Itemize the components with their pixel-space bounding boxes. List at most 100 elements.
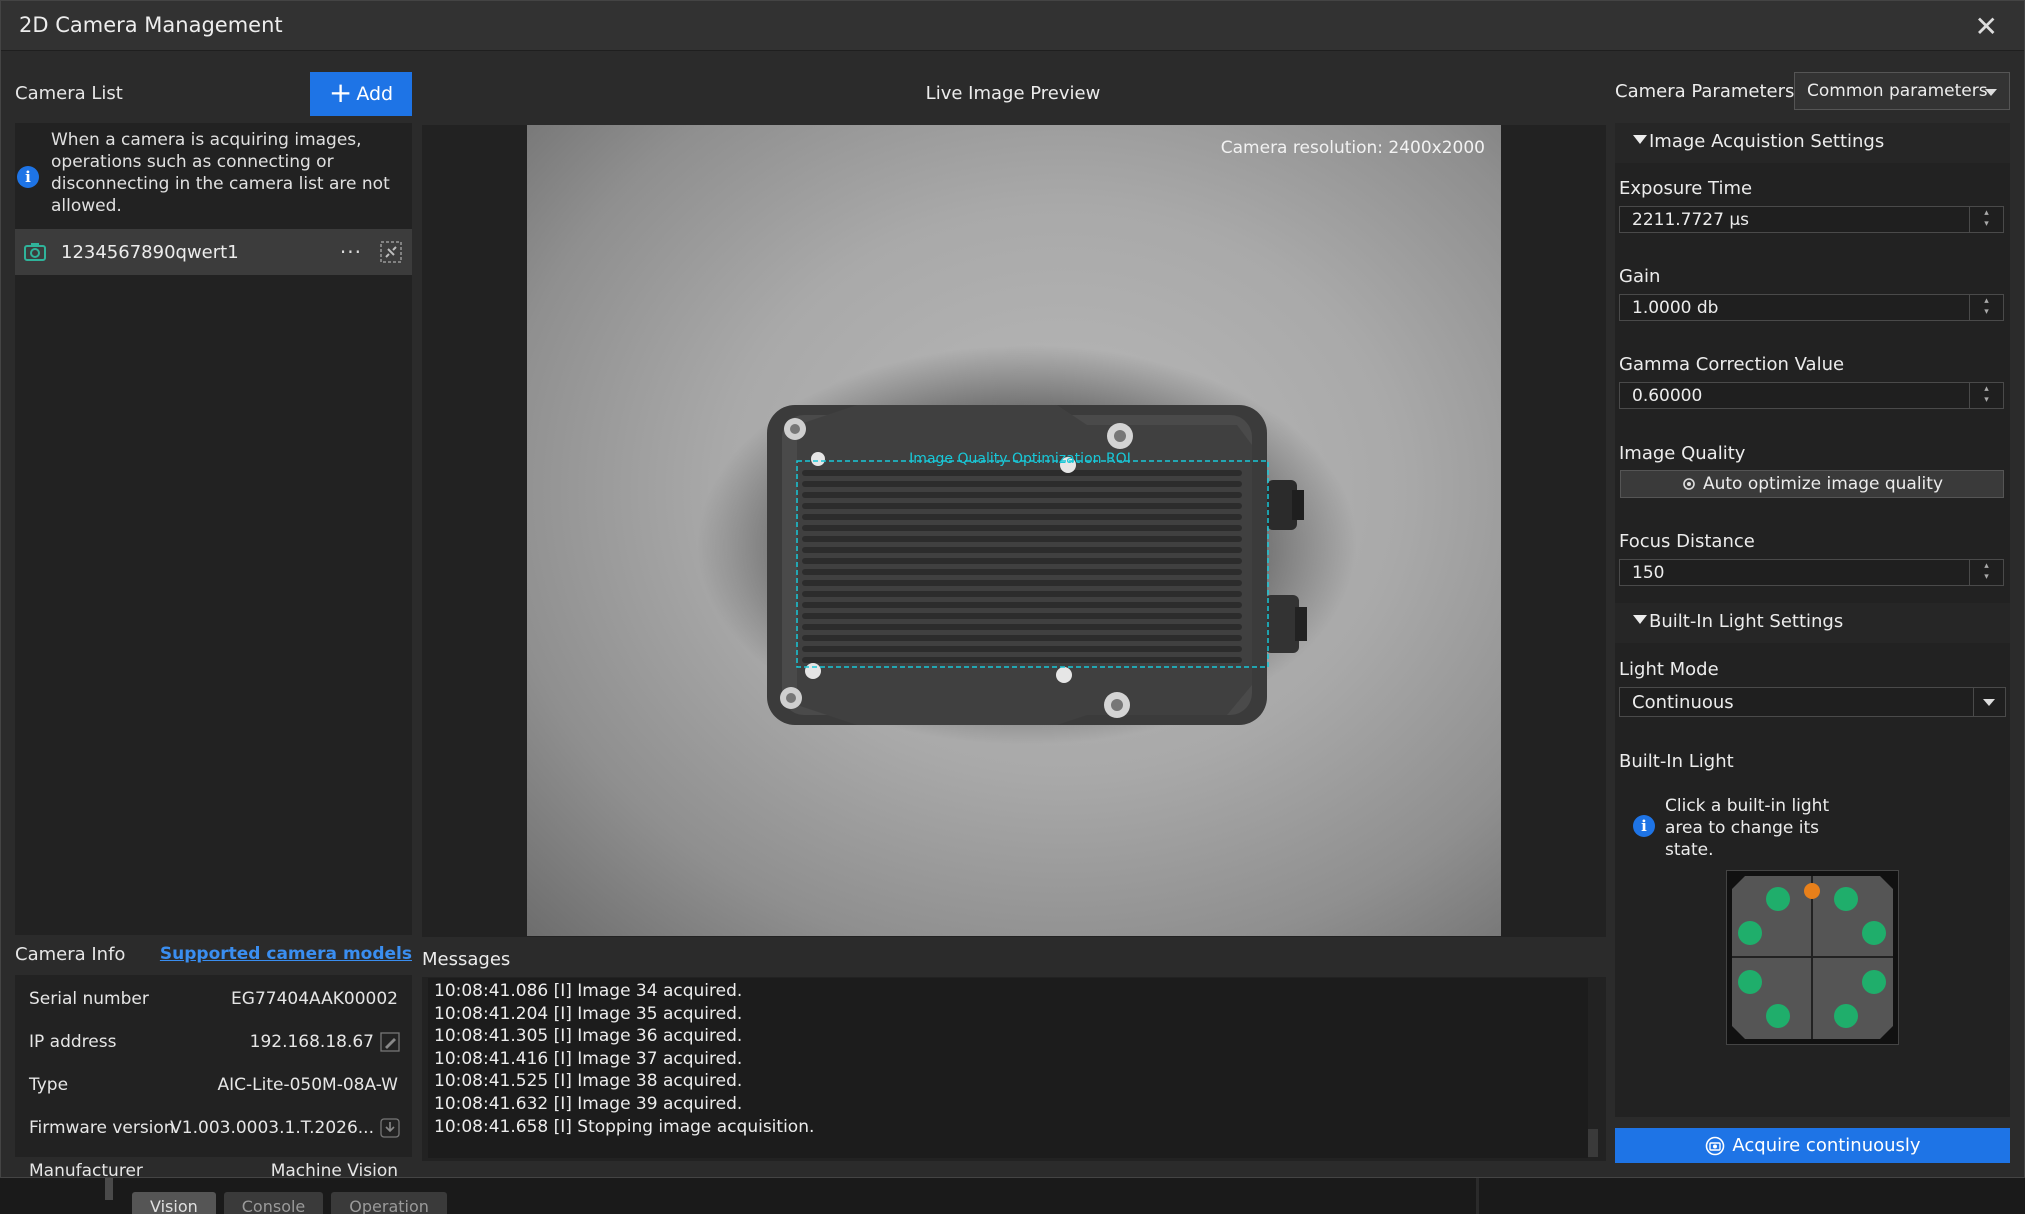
log-line: 10:08:41.305 [I] Image 36 acquired. bbox=[434, 1026, 743, 1047]
device-fin bbox=[802, 492, 1242, 498]
light-mode-label: Light Mode bbox=[1619, 659, 1719, 680]
messages-panel: 10:08:41.086 [I] Image 34 acquired. 10:0… bbox=[422, 977, 1606, 1161]
device-fin bbox=[802, 635, 1242, 641]
camera-info-header: Camera Info Supported camera models bbox=[15, 935, 412, 975]
device-fin bbox=[802, 657, 1242, 663]
log-line: 10:08:41.525 [I] Image 38 acquired. bbox=[434, 1071, 743, 1092]
focus-distance-label: Focus Distance bbox=[1619, 531, 1755, 552]
spin-arrows-icon[interactable]: ▴ ▾ bbox=[1969, 383, 2003, 408]
builtin-light-grid bbox=[1726, 870, 1899, 1045]
focus-distance-value: 150 bbox=[1632, 563, 1665, 583]
acquisition-settings-title: Image Acquistion Settings bbox=[1649, 131, 1885, 152]
info-key: Manufacturer bbox=[29, 1161, 143, 1181]
device-fin bbox=[802, 613, 1242, 619]
spin-arrows-icon[interactable]: ▴ ▾ bbox=[1969, 560, 2003, 585]
more-options-icon[interactable]: ··· bbox=[340, 240, 362, 264]
preview-title: Live Image Preview bbox=[925, 83, 1101, 104]
chevron-down-icon bbox=[1985, 89, 1997, 96]
live-preview-panel: Image Quality Optimization ROI Camera re… bbox=[422, 125, 1606, 937]
parameter-mode-value: Common parameters bbox=[1807, 81, 1988, 101]
camera-management-dialog: 2D Camera Management ✕ Camera List + Add… bbox=[0, 0, 2025, 1181]
add-camera-button[interactable]: + Add bbox=[310, 72, 412, 116]
image-quality-label: Image Quality bbox=[1619, 443, 1746, 464]
camera-list-note: i When a camera is acquiring images, ope… bbox=[15, 129, 412, 217]
parameter-mode-select[interactable]: Common parameters bbox=[1794, 72, 2010, 110]
device-fin bbox=[802, 470, 1242, 476]
log-line: 10:08:41.416 [I] Image 37 acquired. bbox=[434, 1048, 743, 1069]
auto-optimize-label: Auto optimize image quality bbox=[1702, 474, 1944, 494]
background-divider bbox=[1476, 1178, 1479, 1214]
log-line: 10:08:41.632 [I] Image 39 acquired. bbox=[434, 1093, 743, 1114]
gamma-value: 0.60000 bbox=[1632, 386, 1703, 406]
messages-scrollbar[interactable] bbox=[1588, 1129, 1598, 1157]
camera-list-item[interactable]: 1234567890qwert1 ··· bbox=[15, 229, 412, 275]
device-fin bbox=[802, 646, 1242, 652]
device-fin bbox=[802, 558, 1242, 564]
status-indicator bbox=[1804, 883, 1820, 899]
acquire-button-label: Acquire continuously bbox=[1732, 1135, 1921, 1156]
info-row-manufacturer: Manufacturer Machine Vision bbox=[15, 1153, 412, 1196]
info-icon: i bbox=[1633, 815, 1655, 837]
info-key: Type bbox=[29, 1075, 69, 1095]
spin-arrows-icon[interactable]: ▴ ▾ bbox=[1969, 295, 2003, 320]
log-line: 10:08:41.204 [I] Image 35 acquired. bbox=[434, 1003, 743, 1024]
collapse-icon bbox=[1633, 135, 1647, 144]
log-line: 10:08:41.658 [I] Stopping image acquisit… bbox=[434, 1116, 815, 1137]
device-fin bbox=[802, 580, 1242, 586]
camera-info-label: Camera Info bbox=[15, 944, 126, 965]
light-settings-header[interactable]: Built-In Light Settings bbox=[1615, 603, 2010, 643]
info-row-firmware: Firmware version V1.003.0003.1.T.2026... bbox=[15, 1110, 412, 1153]
close-icon[interactable]: ✕ bbox=[1975, 10, 1998, 43]
camera-info-table: Serial number EG77404AAK00002 IP address… bbox=[15, 975, 412, 1181]
camera-device-image: Image Quality Optimization ROI bbox=[697, 345, 1357, 745]
camera-list-panel: Camera List + Add i When a camera is acq… bbox=[15, 51, 412, 1181]
edit-icon[interactable] bbox=[380, 1032, 400, 1052]
device-fin bbox=[802, 503, 1242, 509]
auto-optimize-button[interactable]: Auto optimize image quality bbox=[1620, 470, 2004, 498]
device-fin bbox=[802, 481, 1242, 487]
supported-models-link[interactable]: Supported camera models bbox=[160, 944, 412, 964]
gamma-label: Gamma Correction Value bbox=[1619, 354, 1845, 375]
device-fin bbox=[802, 591, 1242, 597]
camera-list: i When a camera is acquiring images, ope… bbox=[15, 123, 412, 935]
gain-label: Gain bbox=[1619, 266, 1661, 287]
device-fin bbox=[802, 624, 1242, 630]
gamma-input[interactable]: 0.60000 ▴ ▾ bbox=[1619, 382, 2004, 409]
info-value: EG77404AAK00002 bbox=[231, 989, 398, 1009]
focus-distance-input[interactable]: 150 ▴ ▾ bbox=[1619, 559, 2004, 586]
plus-icon: + bbox=[328, 75, 353, 109]
device-fin bbox=[802, 514, 1242, 520]
device-fin bbox=[802, 602, 1242, 608]
info-row-serial: Serial number EG77404AAK00002 bbox=[15, 981, 412, 1024]
gain-value: 1.0000 db bbox=[1632, 298, 1719, 318]
window-title: 2D Camera Management bbox=[19, 13, 283, 37]
exposure-value: 2211.7727 μs bbox=[1632, 210, 1750, 230]
info-value: V1.003.0003.1.T.2026... bbox=[170, 1118, 374, 1138]
light-mode-select[interactable]: Continuous bbox=[1619, 687, 2006, 717]
live-image[interactable]: Image Quality Optimization ROI Camera re… bbox=[527, 125, 1501, 936]
acquisition-settings-header[interactable]: Image Acquistion Settings bbox=[1615, 123, 2010, 163]
device-fin bbox=[802, 536, 1242, 542]
camera-icon bbox=[24, 243, 46, 261]
messages-label: Messages bbox=[422, 949, 511, 970]
info-row-ip: IP address 192.168.18.67 bbox=[15, 1024, 412, 1067]
exposure-input[interactable]: 2211.7727 μs ▴ ▾ bbox=[1619, 206, 2004, 233]
add-button-label: Add bbox=[356, 83, 394, 105]
camera-name: 1234567890qwert1 bbox=[61, 241, 239, 263]
dropdown-button bbox=[1973, 688, 2005, 716]
spin-arrows-icon[interactable]: ▴ ▾ bbox=[1969, 207, 2003, 232]
chevron-down-icon bbox=[1983, 699, 1995, 706]
exposure-label: Exposure Time bbox=[1619, 178, 1753, 199]
roi-label: Image Quality Optimization ROI bbox=[909, 451, 1131, 467]
firmware-icon[interactable] bbox=[380, 1118, 400, 1138]
disconnect-icon[interactable] bbox=[380, 241, 402, 263]
messages-log: 10:08:41.086 [I] Image 34 acquired. 10:0… bbox=[428, 978, 1588, 1158]
light-mode-value: Continuous bbox=[1632, 692, 1734, 713]
gain-input[interactable]: 1.0000 db ▴ ▾ bbox=[1619, 294, 2004, 321]
info-icon: i bbox=[17, 166, 39, 188]
builtin-light-note: i Click a built-in light area to change … bbox=[1633, 795, 1845, 861]
acquire-continuously-button[interactable]: Acquire continuously bbox=[1615, 1128, 2010, 1163]
info-value: 192.168.18.67 bbox=[249, 1032, 374, 1052]
builtin-light-label: Built-In Light bbox=[1619, 751, 1734, 772]
info-value: Machine Vision bbox=[270, 1161, 398, 1181]
